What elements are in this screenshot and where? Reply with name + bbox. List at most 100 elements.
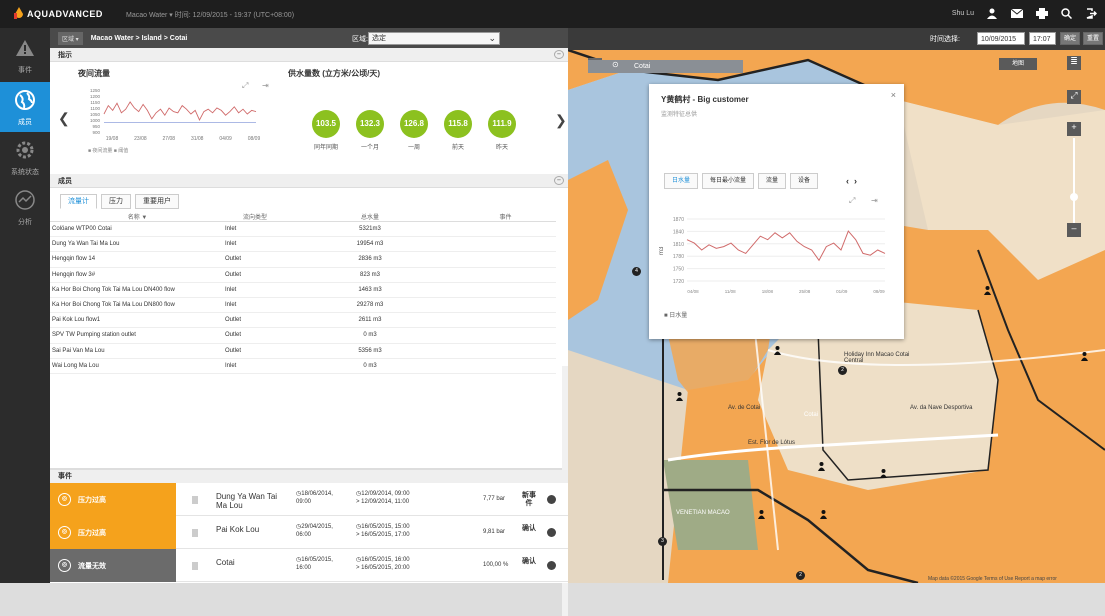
bubble-4[interactable]: 115.8 bbox=[444, 110, 472, 138]
table-row[interactable]: Ka Hor Boi Chong Tok Tai Ma Lou DN400 fl… bbox=[50, 282, 556, 298]
member-events bbox=[455, 343, 556, 359]
table-row[interactable]: Hengqin flow 14 Outlet 2836 m3 bbox=[50, 251, 556, 268]
area-tag-dropdown[interactable]: 区域 ▾ bbox=[58, 31, 83, 45]
tab-daily-volume[interactable]: 日水量 bbox=[664, 173, 699, 189]
cluster-marker[interactable]: 2 bbox=[796, 571, 805, 580]
table-row[interactable]: Ka Hor Boi Chong Tok Tai Ma Lou DN800 fl… bbox=[50, 297, 556, 314]
customer-marker-icon[interactable] bbox=[758, 510, 765, 519]
sidebar-item-system-status[interactable]: 系统状态 bbox=[0, 132, 50, 182]
customer-marker-icon[interactable] bbox=[676, 392, 683, 401]
customer-marker-icon[interactable] bbox=[774, 346, 781, 355]
tab-min-flow[interactable]: 每日最小流量 bbox=[702, 173, 755, 189]
member-volume: 2836 m3 bbox=[285, 251, 455, 268]
bubble-label: 一周 bbox=[407, 145, 420, 151]
y-axis-label: m3 bbox=[659, 246, 665, 255]
chevron-left-icon[interactable]: ❮ bbox=[58, 110, 70, 127]
date-field[interactable]: 10/09/2015 bbox=[977, 32, 1025, 45]
gear-icon[interactable] bbox=[547, 495, 556, 504]
tab-pressure[interactable]: 压力 bbox=[101, 194, 131, 209]
tab-device[interactable]: 设备 bbox=[790, 173, 819, 189]
sidebar-item-label: 系统状态 bbox=[11, 169, 39, 176]
reset-button[interactable]: 重置 bbox=[1083, 32, 1103, 45]
event-row[interactable]: ◎ 流量无效 Cotai ◷16/05/2015, 16:00 ◷16/05/2015,… bbox=[50, 549, 568, 582]
customer-marker-icon[interactable] bbox=[820, 510, 827, 519]
column-header-type[interactable]: 流向类型 bbox=[225, 212, 285, 222]
chevron-right-icon[interactable]: ❯ bbox=[555, 112, 567, 129]
table-row[interactable]: Sai Pai Van Ma Lou Outlet 5356 m3 bbox=[50, 343, 556, 359]
bubble-label: 同年同期 bbox=[313, 145, 338, 151]
logout-icon[interactable] bbox=[1084, 6, 1099, 20]
time-field[interactable]: 17:07 bbox=[1029, 32, 1056, 45]
chevron-right-icon[interactable]: › bbox=[854, 176, 857, 186]
member-events bbox=[455, 251, 556, 268]
sidebar-item-members[interactable]: 成员 bbox=[0, 82, 50, 132]
member-events bbox=[455, 267, 556, 283]
close-icon[interactable]: × bbox=[891, 90, 896, 100]
apply-button[interactable]: 确定 bbox=[1060, 32, 1080, 45]
bubble-3[interactable]: 126.8 bbox=[400, 110, 428, 138]
sidebar-item-analysis[interactable]: 分析 bbox=[0, 182, 50, 232]
event-row[interactable]: ◎ 压力过高 Dung Ya Wan Tai Ma Lou ◷18/06/2014, … bbox=[50, 483, 568, 516]
table-row[interactable]: Wai Long Ma Lou Inlet 0 m3 bbox=[50, 358, 556, 374]
acknowledge-button[interactable]: 新事件 bbox=[522, 492, 536, 508]
print-icon[interactable] bbox=[1034, 6, 1049, 20]
mail-icon[interactable] bbox=[1009, 6, 1024, 20]
members-tabs: 流量计 压力 重要用户 bbox=[60, 194, 179, 209]
tab-flow-meter[interactable]: 流量计 bbox=[60, 194, 97, 209]
zoom-out-button[interactable]: – bbox=[1067, 223, 1081, 237]
column-header-volume[interactable]: 总水量 bbox=[285, 212, 455, 222]
location-breadcrumb[interactable]: Macao Water > Island > Cotai bbox=[91, 35, 188, 42]
user-icon[interactable] bbox=[984, 6, 999, 20]
user-name[interactable]: Shu Lu bbox=[952, 10, 974, 17]
tab-flow[interactable]: 流量 bbox=[758, 173, 787, 189]
top-breadcrumb[interactable]: Macao Water ▾ 时间: 12/09/2015 - 19:37 (UT… bbox=[126, 10, 294, 20]
export-icon[interactable]: ⇥ bbox=[871, 196, 878, 205]
customer-marker-icon[interactable] bbox=[818, 462, 825, 471]
fullscreen-icon[interactable]: ⤢ bbox=[1067, 90, 1081, 104]
search-icon[interactable] bbox=[1059, 6, 1074, 20]
y-tick-label: 1750 bbox=[673, 267, 684, 273]
column-header-name[interactable]: 名称 ▼ bbox=[50, 212, 225, 222]
acknowledge-button[interactable]: 确认 bbox=[522, 525, 536, 533]
collapse-button[interactable]: – bbox=[554, 176, 564, 185]
bubble-1[interactable]: 103.5 bbox=[312, 110, 340, 138]
cluster-marker[interactable]: 4 bbox=[632, 267, 641, 276]
bubble-5[interactable]: 111.9 bbox=[488, 110, 516, 138]
gear-icon[interactable] bbox=[547, 528, 556, 537]
expand-chart-icon[interactable]: ⤢ bbox=[849, 196, 855, 206]
customer-marker-icon[interactable] bbox=[984, 286, 991, 295]
series-line-1 bbox=[103, 101, 257, 122]
area-select[interactable]: 选定 ⌄ bbox=[368, 32, 500, 45]
customer-marker-icon[interactable] bbox=[1081, 352, 1088, 361]
table-row[interactable]: Hengqin flow 3# Outlet 823 m3 bbox=[50, 267, 556, 283]
table-header: 名称 ▼ 流向类型 总水量 事件 bbox=[50, 212, 556, 222]
event-row[interactable]: ◎ 压力过高 Pai Kok Lou ◷29/04/2015, 06:00 ◷16/05… bbox=[50, 516, 568, 549]
cluster-marker[interactable]: 2 bbox=[838, 366, 847, 375]
y-tick-label: 900 bbox=[92, 130, 100, 135]
left-panel: 区域 ▾ Macao Water > Island > Cotai 区域: 选定… bbox=[50, 28, 568, 616]
zoom-slider-handle[interactable] bbox=[1070, 193, 1078, 201]
member-name: Sai Pai Van Ma Lou bbox=[50, 343, 225, 359]
sidebar-item-events[interactable]: 事件 bbox=[0, 30, 50, 80]
collapse-button[interactable]: – bbox=[554, 50, 564, 59]
y-tick-label: 1720 bbox=[673, 279, 684, 285]
tab-key-users[interactable]: 重要用户 bbox=[135, 194, 179, 209]
zoom-slider-track[interactable] bbox=[1073, 138, 1075, 223]
acknowledge-button[interactable]: 确认 bbox=[522, 558, 536, 566]
chevron-left-icon[interactable]: ‹ bbox=[846, 176, 849, 186]
zoom-in-button[interactable]: + bbox=[1067, 122, 1081, 136]
export-icon[interactable]: ⇥ bbox=[262, 81, 269, 90]
event-start: ◷18/06/2014, 09:00 bbox=[296, 491, 333, 505]
cluster-marker[interactable]: 3 bbox=[658, 537, 667, 546]
customer-marker-icon[interactable] bbox=[880, 469, 887, 478]
column-header-events[interactable]: 事件 bbox=[455, 212, 556, 222]
table-row[interactable]: Pai Kok Lou flow1 Outlet 2611 m3 bbox=[50, 312, 556, 329]
table-row[interactable]: Colöane WTP00 Cotai Inlet 5321m3 bbox=[50, 221, 556, 238]
map-type-button[interactable]: 地图 bbox=[999, 58, 1037, 70]
indicators-header: 指示 – bbox=[50, 48, 568, 62]
table-row[interactable]: Dung Ya Wan Tai Ma Lou Inlet 19954 m3 bbox=[50, 236, 556, 253]
gear-icon[interactable] bbox=[547, 561, 556, 570]
table-row[interactable]: SPV TW Pumping station outlet Outlet 0 m3 bbox=[50, 327, 556, 344]
bubble-2[interactable]: 132.3 bbox=[356, 110, 384, 138]
layers-icon[interactable]: ≣ bbox=[1067, 56, 1081, 70]
